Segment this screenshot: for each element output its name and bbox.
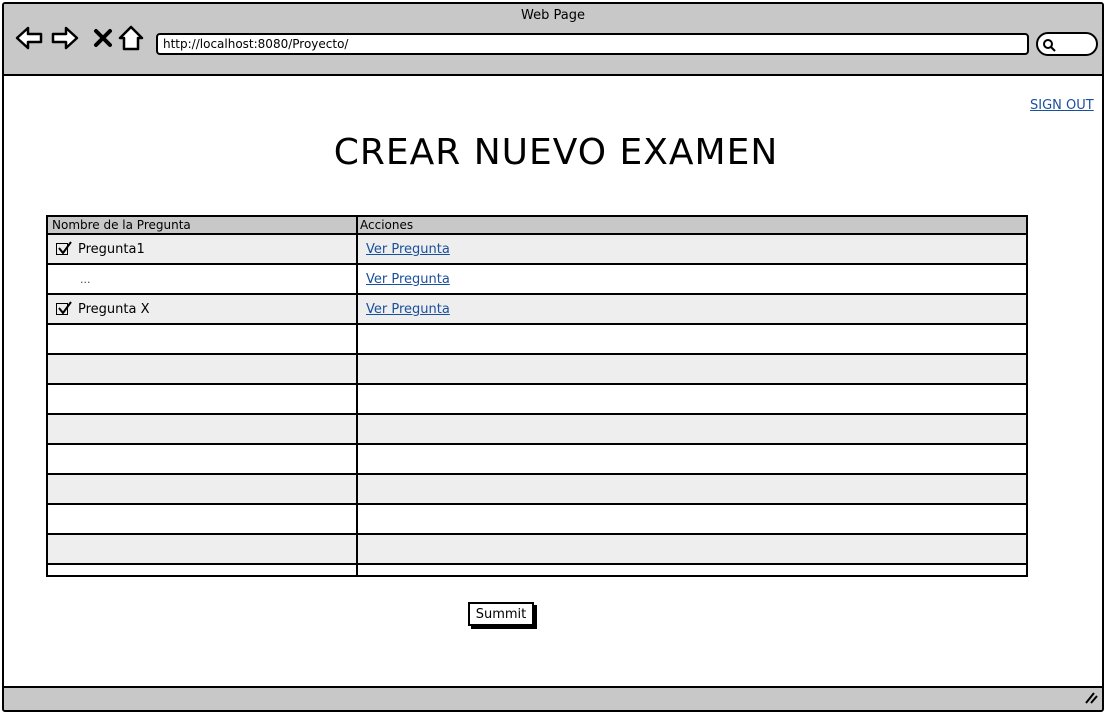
forward-arrow-icon[interactable]: [50, 24, 80, 52]
action-cell: Ver Pregunta: [360, 265, 450, 293]
table-row: Pregunta1 Ver Pregunta: [48, 235, 1026, 265]
question-checkbox[interactable]: [56, 301, 72, 315]
column-divider: [356, 217, 358, 575]
search-icon: [1042, 37, 1056, 56]
question-name: Pregunta X: [78, 301, 150, 317]
table-header-row: Nombre de la Pregunta Acciones: [48, 217, 1026, 235]
submit-button[interactable]: Summit: [468, 602, 534, 626]
checkmark-icon: [58, 241, 72, 255]
checkmark-icon: [58, 301, 72, 315]
question-cell: Pregunta X: [52, 295, 150, 323]
question-name: Pregunta1: [78, 241, 145, 257]
window-title: Web Page: [521, 8, 585, 23]
page-title: CREAR NUEVO EXAMEN: [333, 132, 779, 173]
view-question-link[interactable]: Ver Pregunta: [366, 242, 450, 257]
empty-table-row: [48, 445, 1026, 475]
browser-toolbar: Web Page http://localhost:8080/Proyecto/: [4, 4, 1102, 76]
home-icon[interactable]: [116, 24, 146, 52]
sign-out-link[interactable]: SIGN OUT: [1030, 98, 1094, 113]
close-icon[interactable]: [88, 24, 118, 52]
empty-table-row: [48, 355, 1026, 385]
question-name: ...: [80, 272, 91, 286]
questions-table: Nombre de la Pregunta Acciones Pregunta1…: [46, 215, 1028, 577]
empty-table-row: [48, 505, 1026, 535]
action-cell: Ver Pregunta: [360, 235, 450, 263]
browser-window: Web Page http://localhost:8080/Proyecto/…: [2, 2, 1104, 712]
column-header-actions: Acciones: [360, 218, 414, 232]
address-bar[interactable]: http://localhost:8080/Proyecto/: [156, 33, 1029, 55]
view-question-link[interactable]: Ver Pregunta: [366, 302, 450, 317]
question-cell: Pregunta1: [52, 235, 145, 263]
question-checkbox[interactable]: [56, 241, 72, 255]
back-arrow-icon[interactable]: [14, 24, 44, 52]
empty-table-row: [48, 385, 1026, 415]
question-cell: ...: [52, 265, 91, 293]
empty-table-row: [48, 415, 1026, 445]
table-row: Pregunta X Ver Pregunta: [48, 295, 1026, 325]
empty-table-row: [48, 565, 1026, 575]
empty-table-row: [48, 325, 1026, 355]
empty-table-row: [48, 535, 1026, 565]
resize-grip-icon[interactable]: [1082, 689, 1098, 708]
table-row: ... Ver Pregunta: [48, 265, 1026, 295]
view-question-link[interactable]: Ver Pregunta: [366, 272, 450, 287]
empty-table-row: [48, 475, 1026, 505]
search-field[interactable]: [1036, 32, 1098, 56]
status-bar: [4, 686, 1102, 710]
column-header-name: Nombre de la Pregunta: [52, 218, 191, 232]
action-cell: Ver Pregunta: [360, 295, 450, 323]
